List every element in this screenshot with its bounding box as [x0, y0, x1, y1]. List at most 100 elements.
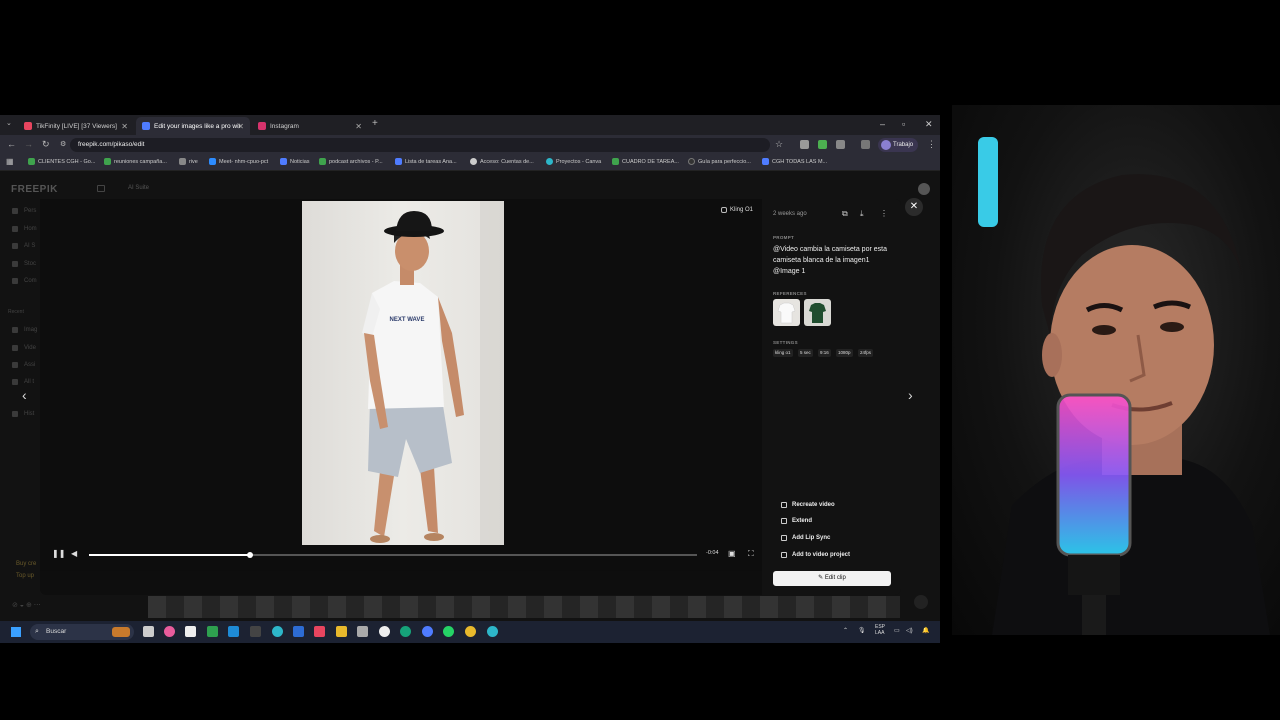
sidebar-item[interactable]: Com	[12, 278, 37, 284]
close-modal-button[interactable]: ✕	[905, 198, 923, 216]
folder-icon[interactable]	[336, 626, 347, 637]
bookmark-item[interactable]: CUADRO DE TAREA...	[612, 158, 679, 165]
extend-button[interactable]: Extend	[781, 518, 812, 524]
bookmark-item[interactable]: Lista de tareas Ana...	[395, 158, 457, 165]
profile-chip[interactable]: Trabajo	[878, 138, 919, 152]
bookmark-item[interactable]: rive	[179, 158, 198, 165]
bookmark-item[interactable]: Noticias	[280, 158, 310, 165]
fullscreen-icon[interactable]: ⛶	[748, 549, 754, 559]
bookmark-item[interactable]: reuniones campaña...	[104, 158, 167, 165]
close-tab-icon[interactable]: ✕	[121, 122, 128, 131]
sidebar-item[interactable]: Imag	[12, 327, 37, 333]
edge-icon[interactable]	[400, 626, 411, 637]
top-up-link[interactable]: Top up	[16, 573, 34, 579]
sidebar-item[interactable]: Vide	[12, 345, 36, 351]
site-info-icon[interactable]: ⚙	[60, 140, 66, 148]
bookmark-item[interactable]: Guía para perfeccio...	[688, 158, 751, 165]
browser-icon[interactable]	[487, 626, 498, 637]
language-indicator[interactable]: ESP LAA	[875, 624, 885, 636]
bookmark-item[interactable]: Proyectos - Canva	[546, 158, 601, 165]
buy-credits-link[interactable]: Buy cre	[16, 561, 36, 567]
puzzle-icon[interactable]	[836, 140, 845, 149]
notifications-icon[interactable]: 🔔	[922, 627, 929, 634]
bookmark-item[interactable]: Meet- nhm-cpuo-pct	[209, 158, 268, 165]
recreate-video-button[interactable]: Recreate video	[781, 502, 835, 508]
back-icon[interactable]: ←	[7, 139, 16, 149]
close-tab-icon[interactable]: ✕	[355, 122, 362, 131]
obs-icon[interactable]	[379, 626, 390, 637]
forward-icon[interactable]: →	[24, 139, 33, 149]
minimize-icon[interactable]: –	[880, 119, 885, 129]
sidebar-item[interactable]: Stoc	[12, 261, 36, 267]
tab-search-icon[interactable]: ⌄	[6, 119, 12, 127]
tab-freepik[interactable]: Edit your images like a pro wit ✕	[136, 117, 250, 135]
tab-instagram[interactable]: Instagram ✕	[252, 117, 368, 135]
sidebar-item[interactable]: Pers	[12, 208, 36, 214]
next-arrow-icon[interactable]: ›	[908, 387, 913, 403]
tiktok-icon[interactable]	[314, 626, 325, 637]
bookmark-item[interactable]: CGH TODAS LAS M...	[762, 158, 827, 165]
new-tab-button[interactable]: +	[372, 118, 378, 129]
url-field[interactable]: freepik.com/pikaso/edit	[70, 138, 770, 152]
tray-expand-icon[interactable]: ⌃	[843, 627, 848, 634]
reload-icon[interactable]: ↻	[42, 139, 50, 150]
more-options-icon[interactable]: ⋮	[880, 209, 888, 218]
video-player[interactable]: NEXT WAVE Kling O1 ❚❚ ◀ -0:04 ▣ ⛶	[40, 199, 762, 571]
ai-suite-label[interactable]: AI Suite	[128, 185, 149, 191]
chrome-icon[interactable]	[422, 626, 433, 637]
app-icon[interactable]	[357, 626, 368, 637]
bookmark-item[interactable]: Acceso: Cuentas de...	[470, 158, 534, 165]
sidebar-item[interactable]: Hist	[12, 411, 34, 417]
sidebar-item[interactable]: All t	[12, 379, 34, 385]
taskbar-search[interactable]: ⌕ Buscar	[30, 624, 134, 640]
bookmark-star-icon[interactable]: ☆	[775, 139, 783, 150]
media-icon[interactable]	[861, 140, 870, 149]
reference-thumbnail-white-shirt[interactable]	[773, 299, 800, 326]
extension-icon[interactable]	[818, 140, 827, 149]
scroll-top-icon[interactable]	[914, 595, 928, 609]
help-icon[interactable]: ⊘ ◒ ⊕ ⋯	[12, 601, 41, 609]
camera-extension-icon[interactable]	[800, 140, 809, 149]
menu-kebab-icon[interactable]: ⋮	[927, 139, 936, 150]
tab-tikfinity[interactable]: TikFinity [LIVE] [37 Viewers] ✕	[18, 117, 134, 135]
playstation-icon[interactable]	[293, 626, 304, 637]
thumbnail-strip[interactable]	[148, 596, 900, 618]
sidebar-toggle-icon[interactable]	[97, 185, 105, 192]
copilot-icon[interactable]	[164, 626, 175, 637]
bookmark-item[interactable]: CLIENTES CGH - Go...	[28, 158, 95, 165]
progress-handle[interactable]	[247, 552, 254, 558]
close-tab-icon[interactable]: ✕	[237, 122, 244, 131]
whatsapp-icon[interactable]	[443, 626, 454, 637]
network-icon[interactable]: ▭	[894, 627, 900, 634]
close-window-icon[interactable]: ✕	[925, 119, 933, 130]
windows-start-icon[interactable]	[11, 627, 21, 637]
picture-in-picture-icon[interactable]: ▣	[728, 549, 736, 558]
edit-clip-button[interactable]: ✎ Edit clip	[773, 571, 891, 586]
apps-grid-icon[interactable]: ▦	[6, 157, 14, 166]
maximize-icon[interactable]: ▫	[902, 119, 905, 129]
add-to-video-project-button[interactable]: Add to video project	[781, 552, 850, 558]
sidebar-item[interactable]: Hom	[12, 226, 37, 232]
volume-icon[interactable]: ◁)	[906, 627, 913, 634]
sidebar-item[interactable]: Assi	[12, 362, 35, 368]
video-frame[interactable]: NEXT WAVE	[302, 201, 504, 545]
bookmark-item[interactable]: podcast archivos - P...	[319, 158, 383, 165]
previous-arrow-icon[interactable]: ‹	[22, 387, 27, 403]
microphone-icon[interactable]: 🎙	[858, 627, 866, 634]
terminal-icon[interactable]	[250, 626, 261, 637]
store-icon[interactable]	[185, 626, 196, 637]
task-view-icon[interactable]	[143, 626, 154, 637]
add-lip-sync-button[interactable]: Add Lip Sync	[781, 535, 830, 541]
pause-icon[interactable]: ❚❚	[52, 549, 65, 558]
progress-bar[interactable]	[89, 552, 697, 558]
avatar[interactable]	[918, 183, 930, 195]
play-icon[interactable]	[207, 626, 218, 637]
volume-icon[interactable]: ◀	[71, 549, 77, 558]
download-icon[interactable]: ⤓	[860, 209, 864, 219]
save-icon[interactable]: ⧉	[842, 209, 848, 219]
reference-thumbnail-green-shirt[interactable]	[804, 299, 831, 326]
app-icon[interactable]	[272, 626, 283, 637]
sidebar-item[interactable]: AI S	[12, 243, 35, 249]
steam-icon[interactable]	[228, 626, 239, 637]
chrome-canary-icon[interactable]	[465, 626, 476, 637]
